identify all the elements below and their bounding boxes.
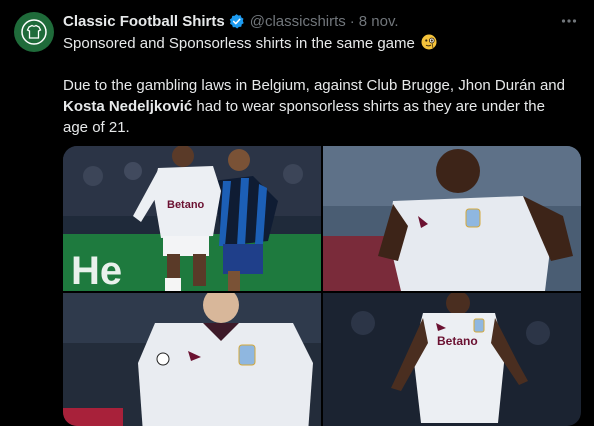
tweet-text-line-2: Due to the gambling laws in Belgium, aga… bbox=[63, 77, 565, 94]
player-name-bold[interactable]: Kosta Nedeljković bbox=[63, 98, 192, 115]
photo-1-sponsor: Betano bbox=[167, 199, 205, 211]
photo-3-image bbox=[63, 293, 321, 426]
shirt-logo-icon bbox=[21, 19, 47, 45]
photo-2-image bbox=[323, 146, 581, 291]
more-options-icon[interactable] bbox=[558, 10, 580, 32]
photo-4[interactable]: Betano bbox=[323, 293, 581, 426]
photo-2[interactable] bbox=[323, 146, 581, 291]
avatar[interactable] bbox=[14, 12, 54, 52]
photo-3[interactable] bbox=[63, 293, 321, 426]
photo-4-sponsor: Betano bbox=[437, 334, 478, 348]
tweet-date[interactable]: 8 nov. bbox=[359, 13, 399, 30]
photo-1[interactable]: He Betano bbox=[63, 146, 321, 291]
face-with-monocle-emoji-icon bbox=[421, 34, 437, 50]
tweet-header: Classic Football Shirts @classicshirts ·… bbox=[63, 10, 580, 32]
author-name[interactable]: Classic Football Shirts bbox=[63, 13, 225, 30]
author-handle[interactable]: @classicshirts bbox=[250, 13, 346, 30]
tweet-text-line-1: Sponsored and Sponsorless shirts in the … bbox=[63, 33, 580, 54]
tweet-text-line-3-rest: had to wear sponsorless shirts as they a… bbox=[192, 98, 545, 115]
tweet-text-sentence-1: Sponsored and Sponsorless shirts in the … bbox=[63, 35, 415, 52]
tweet-text-line-3: Kosta Nedeljković had to wear sponsorles… bbox=[63, 96, 580, 117]
photo-1-image: He Betano bbox=[63, 146, 321, 291]
tweet-text: Sponsored and Sponsorless shirts in the … bbox=[63, 33, 580, 138]
separator-dot: · bbox=[349, 12, 355, 30]
media-grid: He Betano Betano bbox=[63, 146, 581, 426]
verified-badge-icon bbox=[228, 13, 245, 30]
photo-4-image: Betano bbox=[323, 293, 581, 426]
photo-1-banner-text: He bbox=[71, 249, 122, 291]
tweet-text-line-4: age of 21. bbox=[63, 119, 130, 136]
